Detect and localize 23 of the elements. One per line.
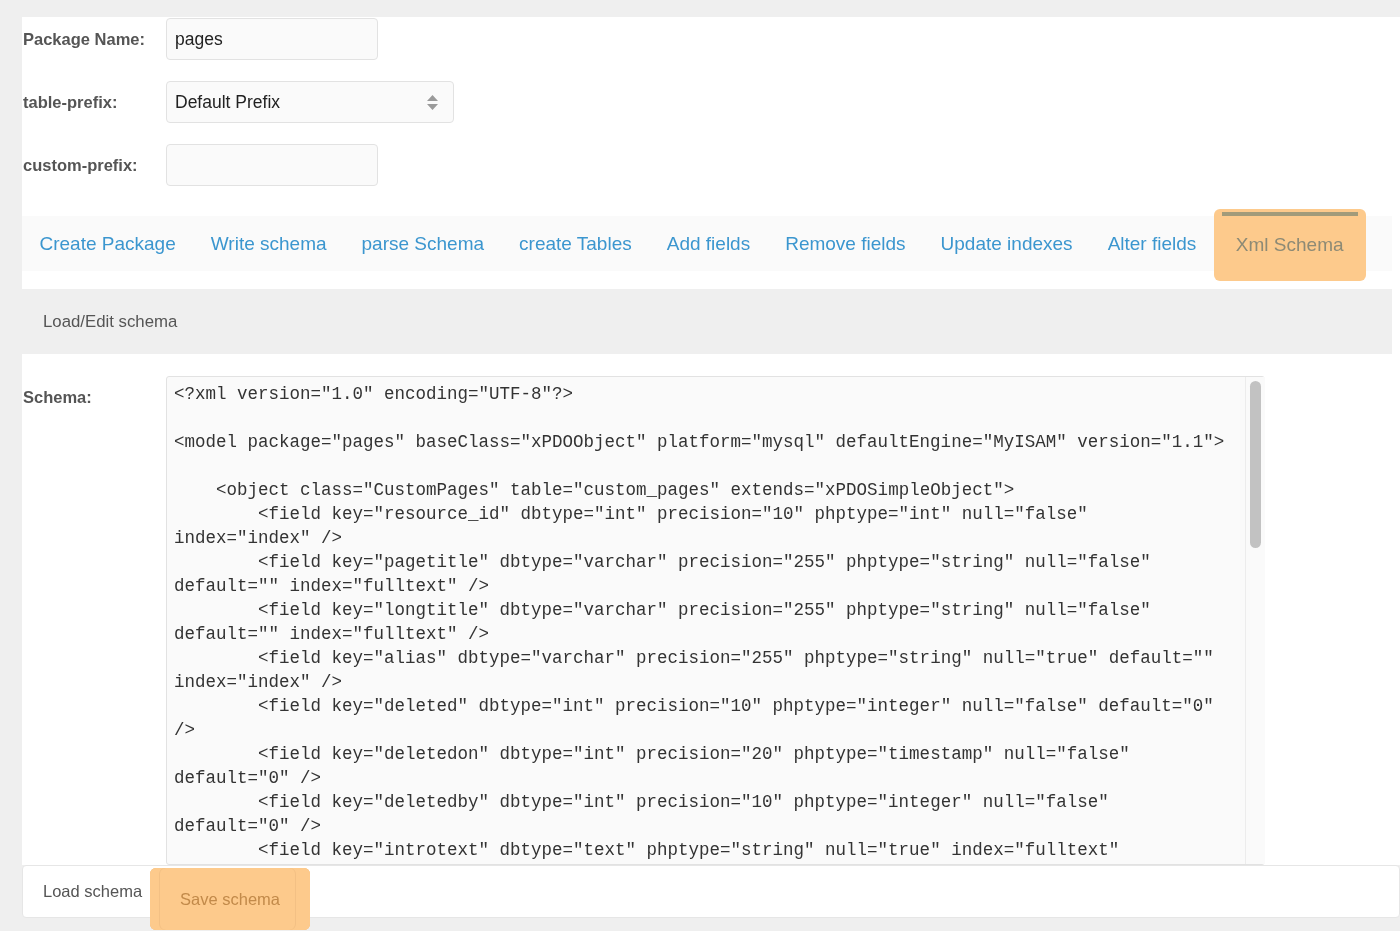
tab[interactable]: Xml Schema: [1213, 209, 1366, 281]
scrollbar-thumb[interactable]: [1250, 381, 1261, 548]
select-field[interactable]: Default Prefix: [166, 81, 454, 123]
text-input-field[interactable]: pages: [166, 18, 378, 60]
tab[interactable]: parse Schema: [344, 216, 502, 271]
text-input-field[interactable]: [166, 144, 378, 186]
tab[interactable]: Add fields: [649, 216, 768, 271]
field-label: Package Name:: [22, 29, 146, 49]
field-label: Schema:: [22, 387, 93, 407]
field-label: table-prefix:: [22, 92, 119, 112]
tab[interactable]: Create Package: [22, 216, 194, 271]
highlighted-button[interactable]: Save schema: [150, 868, 311, 930]
up-down-caret-icon: [427, 94, 438, 110]
panel-title: Load/Edit schema: [43, 311, 178, 332]
tab[interactable]: Write schema: [193, 216, 345, 271]
tab[interactable]: Alter fields: [1090, 216, 1214, 271]
scrollbar-track[interactable]: [1245, 377, 1265, 864]
tab[interactable]: Update indexes: [923, 216, 1091, 271]
tab[interactable]: Remove fields: [767, 216, 924, 271]
field-label: custom-prefix:: [22, 155, 139, 175]
plain-button[interactable]: Load schema: [23, 866, 151, 917]
schema-textarea[interactable]: <?xml version="1.0" encoding="UTF-8"?> <model package="pages" baseClass="xPDOObject" platform="mysql" defaultEngine="MyISAM" version="1.1"> <object class="CustomPages" table="custom_pages" extends="xPDOSimpleObject"> <field key="resource_id" dbtype="int" precision="10" phptype="int" null="false" index="index" /> <field key="pagetitle" dbtype="varchar" precision="255" phptype="string" null="false" default="" index="fulltext" /> <field key="longtitle" dbtype="varchar" precision="255" phptype="string" null="false" default="" index="fulltext" /> <field key="alias" dbtype="varchar" precision="255" phptype="string" null="true" default="" index="index" /> <field key="deleted" dbtype="int" precision="10" phptype="integer" null="false" default="0" /> <field key="deletedon" dbtype="int" precision="20" phptype="timestamp" null="false" default="0" /> <field key="deletedby" dbtype="int" precision="10" phptype="integer" null="false" default="0" /> <field key="introtext" dbtype="text" phptype="string" null="true" index="fulltext": [166, 376, 1266, 865]
tab[interactable]: create Tables: [501, 216, 650, 271]
